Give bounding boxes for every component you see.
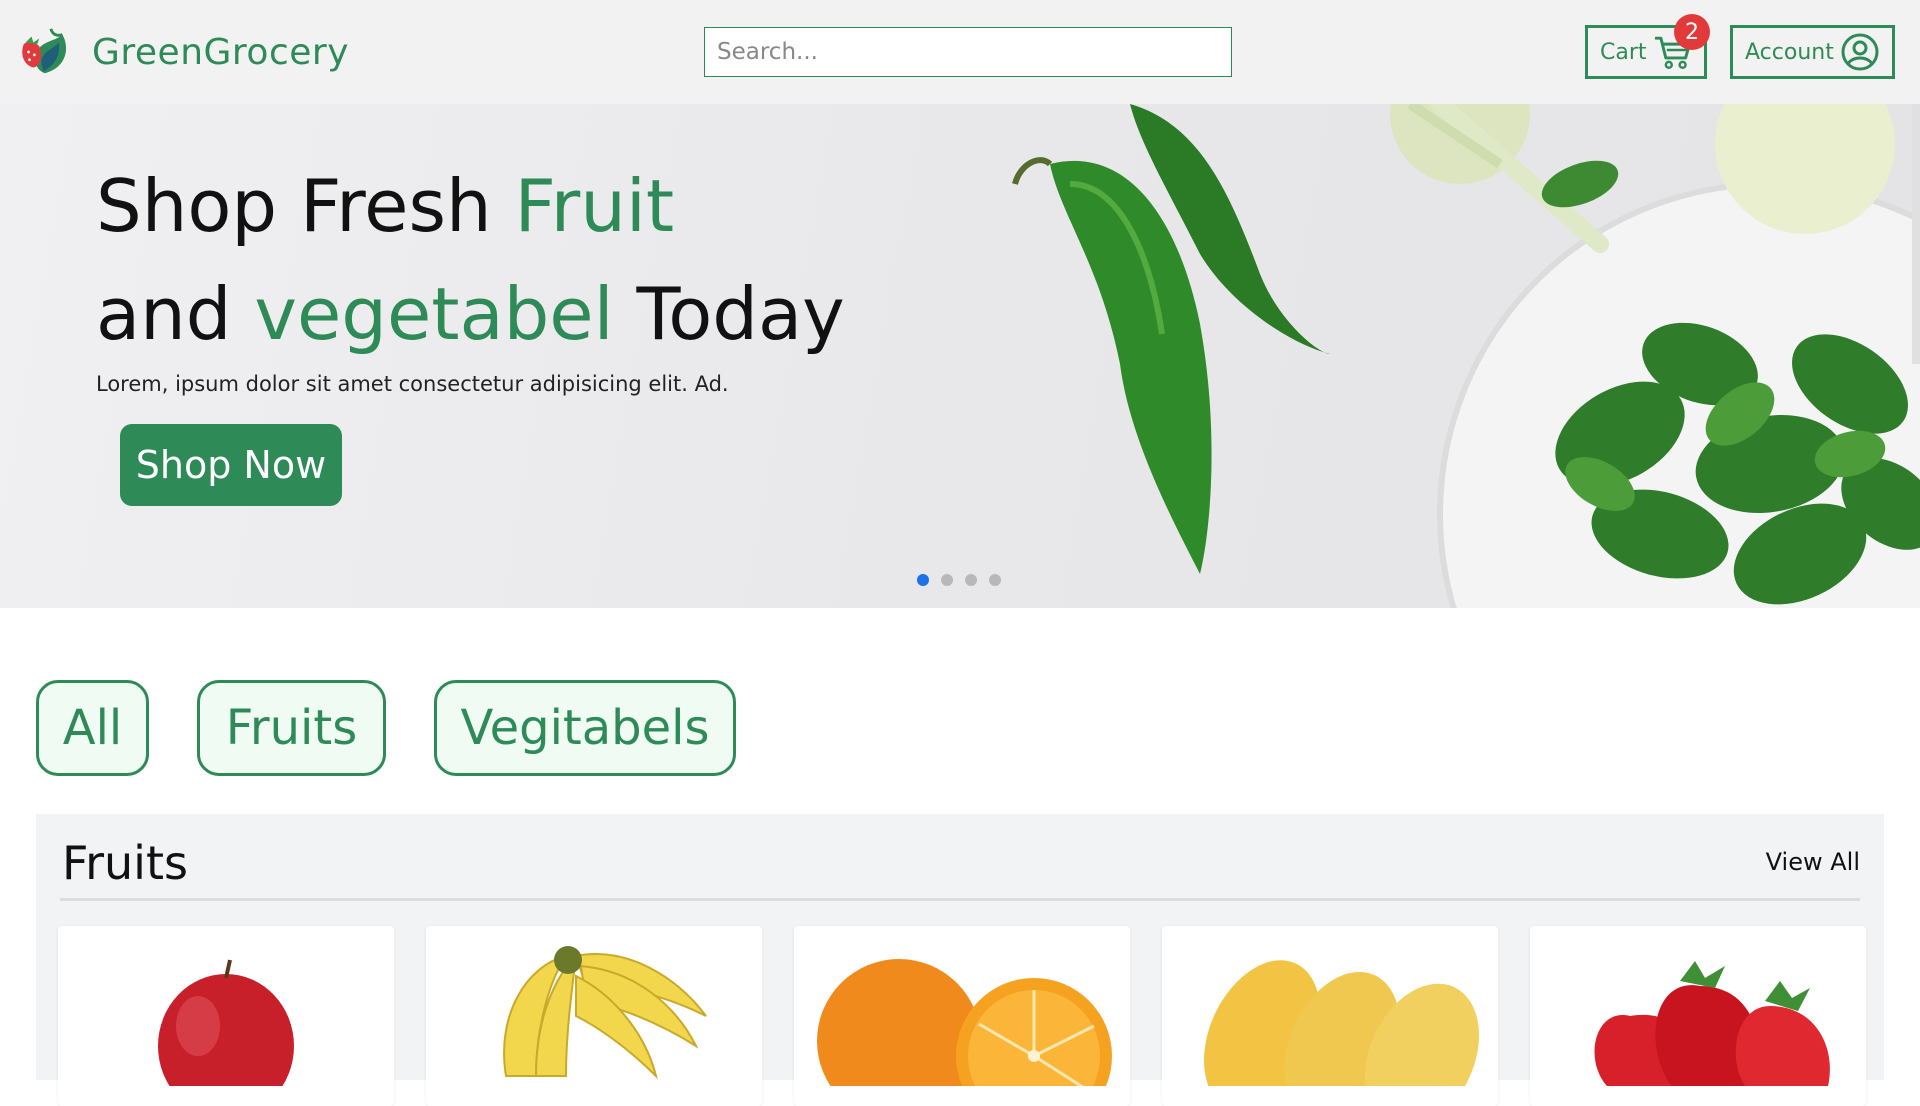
orange-image <box>817 959 1112 1086</box>
page-scrollbar[interactable] <box>1912 104 1920 364</box>
carousel-indicators <box>917 574 1001 586</box>
hero-headline-text: and <box>96 272 255 356</box>
account-label: Account <box>1745 39 1834 65</box>
hero-headline-accent: Fruit <box>514 164 675 248</box>
apple-image <box>158 959 294 1086</box>
product-card[interactable] <box>1530 926 1866 1106</box>
shop-now-button[interactable]: Shop Now <box>120 424 342 506</box>
section-title: Fruits <box>62 836 188 890</box>
cart-label: Cart <box>1600 39 1647 65</box>
filter-all-button[interactable]: All <box>36 680 149 776</box>
carousel-dot[interactable] <box>965 574 977 586</box>
strawberry-image <box>1594 961 1830 1086</box>
filter-fruits-button[interactable]: Fruits <box>197 680 386 776</box>
section-divider <box>60 898 1860 901</box>
banana-image <box>503 946 707 1080</box>
account-button[interactable]: Account <box>1730 25 1895 79</box>
product-card[interactable] <box>58 926 394 1106</box>
hero-headline-accent: vegetabel <box>254 272 614 356</box>
user-circle-icon <box>1841 33 1879 71</box>
mango-image <box>1203 960 1480 1086</box>
product-card[interactable] <box>426 926 762 1106</box>
product-card[interactable] <box>794 926 1130 1106</box>
search-input[interactable] <box>704 27 1232 77</box>
hero-carousel: Shop Fresh Fruit and vegetabel Today Lor… <box>0 104 1920 608</box>
carousel-dot[interactable] <box>917 574 929 586</box>
hero-headline-line-1: Shop Fresh Fruit <box>96 170 674 242</box>
product-card[interactable] <box>1162 926 1498 1106</box>
brand-logo[interactable]: GreenGrocery <box>16 22 349 82</box>
carousel-dot[interactable] <box>989 574 1001 586</box>
hero-headline-text: Shop Fresh <box>96 164 515 248</box>
leaf-strawberry-logo-icon <box>22 28 67 74</box>
hero-subtitle: Lorem, ipsum dolor sit amet consectetur … <box>96 372 729 396</box>
carousel-dot[interactable] <box>941 574 953 586</box>
vegetables-hero-image <box>1012 104 1920 608</box>
brand-name: GreenGrocery <box>92 31 349 73</box>
hero-headline-text: Today <box>613 272 845 356</box>
top-navbar: GreenGrocery Cart 2 Account <box>0 0 1920 104</box>
cart-count-badge: 2 <box>1674 14 1710 50</box>
filter-vegetables-button[interactable]: Vegitabels <box>434 680 736 776</box>
hero-headline-line-2: and vegetabel Today <box>96 278 845 350</box>
fruits-section: Fruits View All <box>36 814 1884 1106</box>
view-all-link[interactable]: View All <box>1766 848 1860 876</box>
